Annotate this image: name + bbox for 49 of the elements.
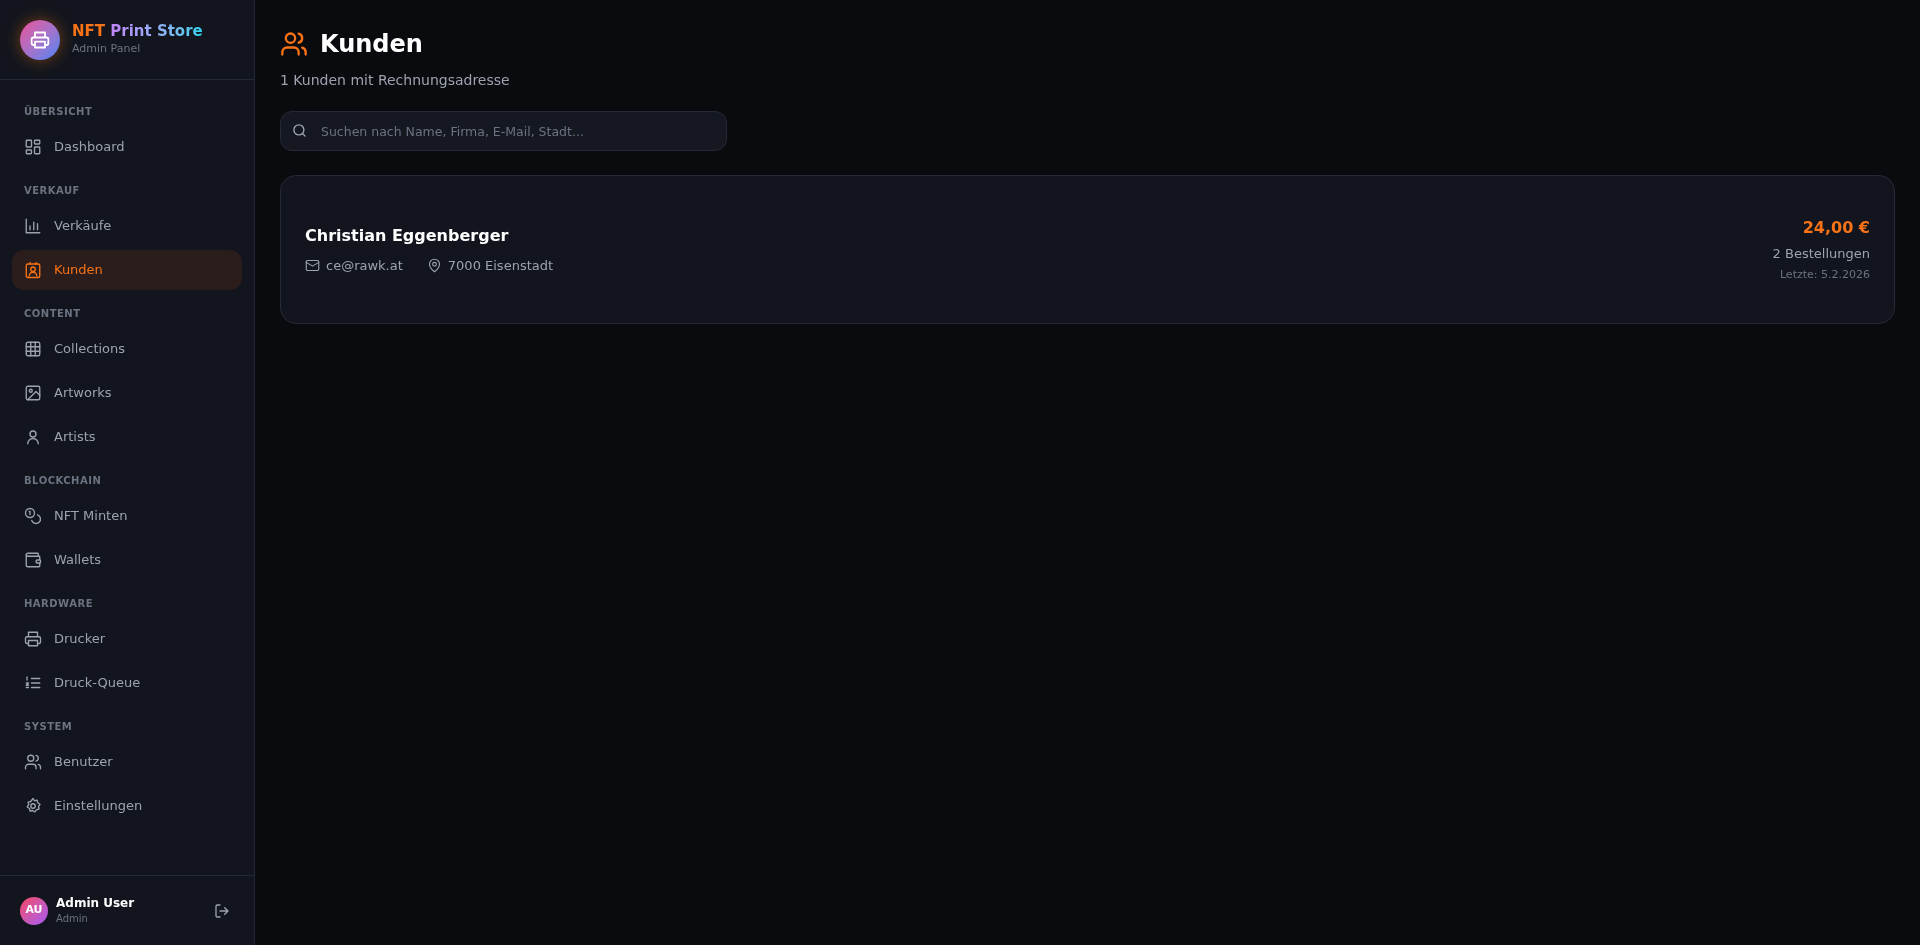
nav-item[interactable]: Collections bbox=[12, 329, 242, 369]
search-icon bbox=[292, 123, 307, 138]
nav-item[interactable]: Verkäufe bbox=[12, 206, 242, 246]
image-icon bbox=[24, 384, 42, 402]
section-label: BLOCKCHAIN bbox=[23, 474, 103, 488]
nav-item[interactable]: Dashboard bbox=[12, 127, 242, 167]
nav-item[interactable]: Einstellungen bbox=[12, 786, 242, 826]
logout-icon bbox=[214, 902, 230, 919]
brand-subtitle: Admin Panel bbox=[72, 41, 142, 58]
mail-icon bbox=[305, 258, 320, 273]
section-label: HARDWARE bbox=[23, 597, 94, 611]
page-title: Kunden bbox=[320, 29, 423, 60]
nav-item[interactable]: Benutzer bbox=[12, 742, 242, 782]
dashboard-icon bbox=[24, 138, 42, 156]
map-pin-icon bbox=[426, 258, 442, 273]
wallet-icon bbox=[24, 551, 42, 569]
last-order-date: Letzte: 5.2.2026 bbox=[1779, 267, 1870, 283]
customer-total: 24,00 € bbox=[1802, 216, 1870, 239]
printer-icon bbox=[24, 630, 42, 648]
contact-card-icon bbox=[24, 261, 42, 279]
nav-item[interactable]: Druck-Queue bbox=[12, 663, 242, 703]
user-name: Admin User bbox=[56, 894, 136, 911]
section-label: CONTENT bbox=[23, 307, 82, 321]
nav-item[interactable]: Artworks bbox=[12, 373, 242, 413]
user-avatar: AU bbox=[20, 896, 48, 925]
nav-item[interactable]: Artists bbox=[12, 417, 242, 457]
search-field[interactable]: Suchen nach Name, Firma, E-Mail, Stadt... bbox=[280, 111, 727, 151]
nav-item[interactable]: NFT Minten bbox=[12, 496, 242, 536]
users-icon bbox=[280, 30, 308, 58]
grid-icon bbox=[24, 340, 42, 358]
customer-card[interactable]: Christian Eggenberger ce@rawk.at 7000 Eisenstadt 24,00 € 2 Bestellungen Letzte: 5.2.2026 bbox=[280, 175, 1895, 324]
user-role: Admin bbox=[56, 911, 89, 926]
nav-item[interactable]: Kunden bbox=[12, 250, 242, 290]
customer-email: ce@rawk.at bbox=[326, 256, 403, 275]
section-label: ÜBERSICHT bbox=[23, 104, 94, 119]
settings-icon bbox=[24, 797, 42, 815]
printer-icon bbox=[30, 29, 50, 50]
coins-icon bbox=[24, 507, 42, 525]
nav-item[interactable]: Wallets bbox=[12, 540, 242, 580]
customer-name: Christian Eggenberger bbox=[305, 224, 510, 247]
page-subtitle: 1 Kunden mit Rechnungsadresse bbox=[280, 71, 511, 90]
section-label: VERKAUF bbox=[23, 184, 81, 198]
order-count: 2 Bestellungen bbox=[1772, 244, 1870, 263]
bar-chart-icon bbox=[24, 217, 42, 235]
section-label: SYSTEM bbox=[23, 720, 74, 734]
customer-city: 7000 Eisenstadt bbox=[447, 256, 554, 275]
nav-item[interactable]: Drucker bbox=[12, 619, 242, 659]
users-icon bbox=[24, 753, 42, 771]
user-icon bbox=[24, 428, 42, 446]
